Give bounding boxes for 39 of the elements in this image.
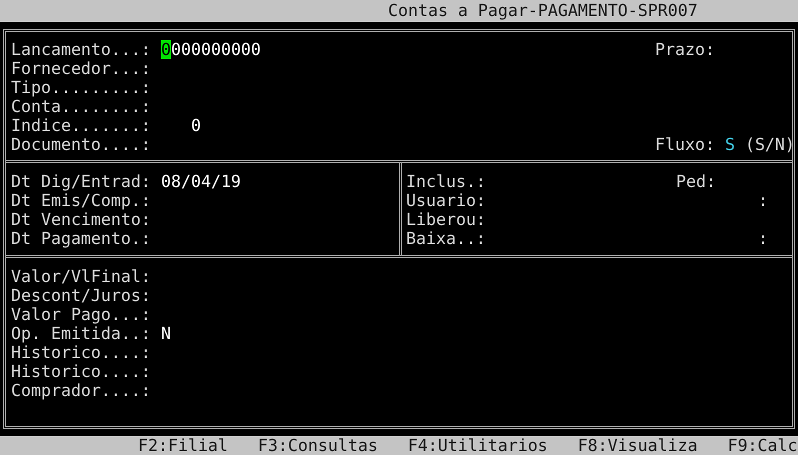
field-label: Comprador....: bbox=[11, 381, 151, 400]
field-label: Valor Pago...: bbox=[11, 305, 151, 324]
field-label: Ped: bbox=[676, 172, 716, 191]
field-label: Historico....: bbox=[11, 362, 151, 381]
field-label: Documento....: bbox=[11, 135, 151, 154]
field-value[interactable]: 0 bbox=[191, 116, 201, 135]
field-value[interactable]: 08/04/19 bbox=[161, 172, 241, 191]
separator-colon: : bbox=[758, 191, 768, 210]
field-label: Descont/Juros: bbox=[11, 286, 151, 305]
field-label: Historico....: bbox=[11, 343, 151, 362]
function-key[interactable]: F2:Filial bbox=[138, 436, 228, 455]
field-label: Dt Emis/Comp.: bbox=[11, 191, 151, 210]
field-value[interactable]: 0000000000 bbox=[161, 40, 261, 59]
field-label: Dt Pagamento.: bbox=[11, 229, 151, 248]
field-label: Liberou: bbox=[406, 210, 486, 229]
field-value[interactable]: S bbox=[724, 135, 735, 154]
field-label: Conta........: bbox=[11, 97, 151, 116]
function-key[interactable]: F3:Consultas bbox=[258, 436, 378, 455]
window-title: Contas a Pagar-PAGAMENTO-SPR007 bbox=[388, 1, 698, 20]
field-label: Prazo: bbox=[655, 40, 715, 59]
option-hint: (S/N) bbox=[744, 135, 795, 154]
field-label: Valor/VlFinal: bbox=[11, 267, 151, 286]
field-label: Dt Dig/Entrad: bbox=[11, 172, 151, 191]
function-key[interactable]: F8:Visualiza bbox=[578, 436, 698, 455]
function-key[interactable]: F4:Utilitarios bbox=[408, 436, 548, 455]
separator-colon: : bbox=[758, 229, 768, 248]
field-label: Dt Vencimento: bbox=[11, 210, 151, 229]
function-key[interactable]: F9:Calc bbox=[728, 436, 798, 455]
field-label: Fornecedor...: bbox=[11, 59, 151, 78]
field-label: Op. Emitida..: bbox=[11, 324, 151, 343]
field-label: Tipo.........: bbox=[11, 78, 151, 97]
field-label: Fluxo: bbox=[655, 135, 715, 154]
field-label: Indice.......: bbox=[11, 116, 151, 135]
text-cursor: 0 bbox=[161, 40, 171, 59]
field-label: Usuario: bbox=[406, 191, 486, 210]
field-value[interactable]: N bbox=[161, 324, 171, 343]
field-label: Baixa..: bbox=[406, 229, 486, 248]
field-label: Lancamento...: bbox=[11, 40, 151, 59]
field-label: Inclus.: bbox=[406, 172, 486, 191]
